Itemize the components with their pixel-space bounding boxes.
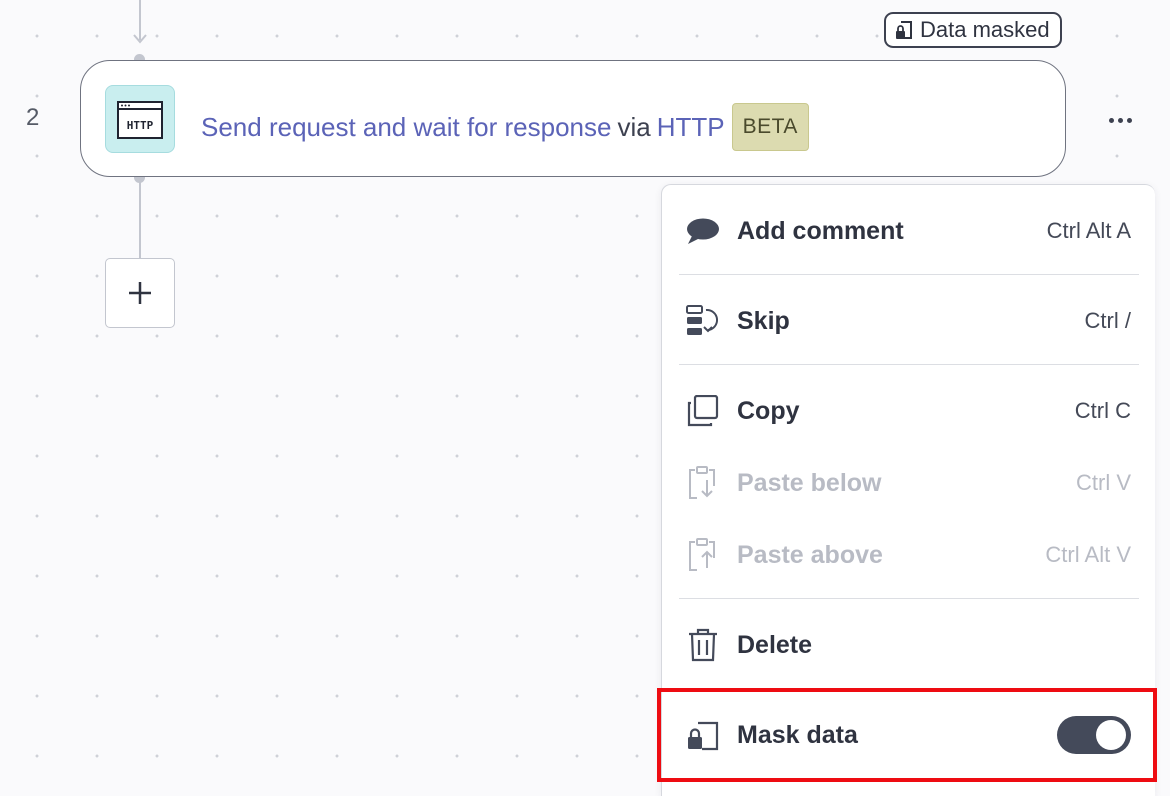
beta-badge: BETA — [731, 103, 809, 151]
lock-document-icon — [896, 21, 912, 39]
skip-icon — [686, 304, 720, 338]
step-title: Send request and wait for response via H… — [201, 103, 809, 151]
shortcut-paste-below: Ctrl V — [1076, 470, 1131, 495]
step-number: 2 — [26, 104, 40, 131]
mask-data-highlight — [657, 688, 1157, 782]
paste-below-icon — [686, 466, 720, 500]
menu-divider — [679, 598, 1139, 599]
data-masked-badge: Data masked — [884, 12, 1062, 48]
paste-above-icon — [686, 538, 720, 572]
data-masked-label: Data masked — [920, 17, 1050, 42]
dot-icon — [1126, 117, 1132, 123]
http-icon-text: HTTP — [127, 119, 154, 132]
connector-line-bottom — [139, 180, 141, 258]
arrow-down-icon — [133, 34, 147, 44]
menu-item-add-comment[interactable]: Add comment Ctrl Alt A — [662, 201, 1156, 261]
comment-icon — [686, 214, 720, 248]
http-window-icon: HTTP — [117, 101, 163, 139]
shortcut-add-comment: Ctrl Alt A — [1046, 218, 1131, 243]
add-step-button[interactable] — [105, 258, 175, 328]
menu-label-paste-below: Paste below — [737, 468, 882, 497]
menu-item-skip[interactable]: Skip Ctrl / — [662, 291, 1156, 351]
dot-icon — [1117, 117, 1123, 123]
step-action-link[interactable]: Send request and wait for response — [201, 112, 611, 143]
menu-label-copy: Copy — [737, 396, 800, 425]
step-card[interactable]: HTTP Send request and wait for response … — [80, 60, 1066, 177]
menu-divider — [679, 364, 1139, 365]
shortcut-copy: Ctrl C — [1074, 398, 1131, 423]
menu-label-add-comment: Add comment — [737, 216, 904, 245]
dot-icon — [1108, 117, 1114, 123]
step-via-text: via — [617, 111, 651, 142]
menu-item-paste-below[interactable]: Paste below Ctrl V — [662, 453, 1156, 513]
plus-icon — [129, 282, 151, 304]
copy-icon — [686, 394, 720, 428]
menu-divider — [679, 274, 1139, 275]
menu-item-paste-above[interactable]: Paste above Ctrl Alt V — [662, 525, 1156, 585]
menu-label-paste-above: Paste above — [737, 540, 883, 569]
menu-label-skip: Skip — [737, 306, 790, 335]
menu-item-copy[interactable]: Copy Ctrl C — [662, 381, 1156, 441]
step-app-link[interactable]: HTTP — [657, 112, 725, 143]
shortcut-paste-above: Ctrl Alt V — [1045, 542, 1131, 567]
menu-label-delete: Delete — [737, 630, 813, 659]
trash-icon — [686, 628, 720, 662]
http-app-tile: HTTP — [105, 85, 175, 153]
menu-item-delete[interactable]: Delete — [662, 615, 1156, 675]
more-options-button[interactable] — [1100, 106, 1140, 134]
shortcut-skip: Ctrl / — [1084, 308, 1131, 333]
